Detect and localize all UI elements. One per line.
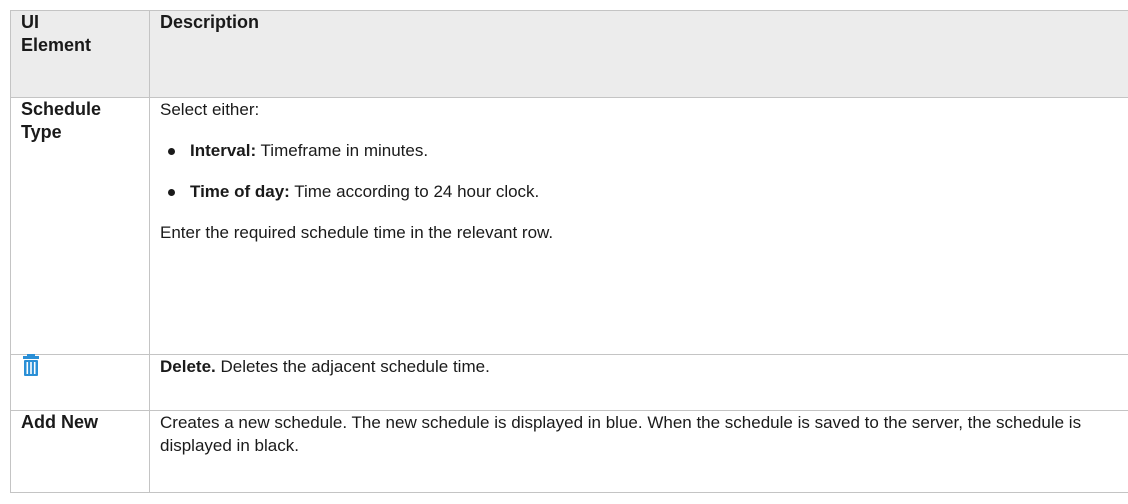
option-text: Time according to 24 hour clock. — [289, 182, 540, 201]
header-description: Description — [149, 10, 1128, 98]
table-header-row: UI Element Description — [10, 10, 1128, 98]
table-row-schedule-type: Schedule Type Select either: Interval: Ti… — [10, 97, 1128, 355]
list-item-time-of-day: Time of day: Time according to 24 hour c… — [160, 180, 1118, 203]
bullet-icon — [168, 148, 175, 155]
options-list: Interval: Timeframe in minutes. Time of … — [160, 139, 1118, 203]
description-cell: Select either: Interval: Timeframe in mi… — [149, 97, 1128, 355]
table-row-delete: Delete. Deletes the adjacent schedule ti… — [10, 353, 1128, 411]
description-cell: Delete. Deletes the adjacent schedule ti… — [149, 354, 1128, 411]
table-row-add-new: Add New Creates a new schedule. The new … — [10, 410, 1128, 493]
element-cell — [10, 353, 150, 411]
option-term: Interval: — [190, 141, 257, 160]
element-cell: Add New — [10, 410, 150, 493]
element-name-line2: Type — [21, 122, 62, 142]
header-ui-label: UI — [21, 12, 39, 32]
delete-text: Deletes the adjacent schedule time. — [215, 357, 490, 376]
delete-term: Delete. — [160, 357, 216, 376]
header-element-label: Element — [21, 35, 92, 55]
description-text: Creates a new schedule. The new schedule… — [160, 413, 1082, 455]
option-term: Time of day: — [190, 182, 290, 201]
bullet-icon — [168, 189, 175, 196]
list-item-interval: Interval: Timeframe in minutes. — [160, 139, 1118, 162]
description-cell: Creates a new schedule. The new schedule… — [149, 410, 1128, 493]
element-name-line1: Schedule — [21, 99, 102, 119]
description-text: Delete. Deletes the adjacent schedule ti… — [160, 355, 1118, 378]
ui-elements-table: UI Element Description Schedule Type Selec… — [10, 10, 1128, 493]
trash-icon — [21, 353, 41, 377]
element-cell: Schedule Type — [10, 97, 150, 355]
option-text: Timeframe in minutes. — [256, 141, 429, 160]
header-ui-element: UI Element — [10, 10, 150, 98]
description-outro: Enter the required schedule time in the … — [160, 223, 554, 242]
description-intro: Select either: — [160, 100, 260, 119]
